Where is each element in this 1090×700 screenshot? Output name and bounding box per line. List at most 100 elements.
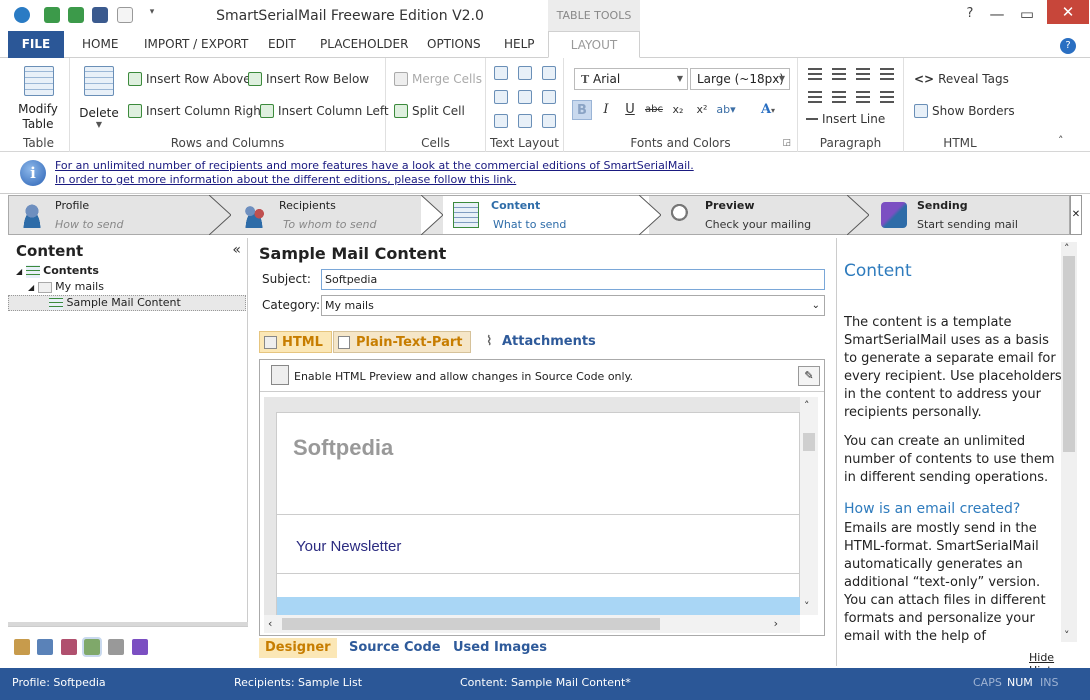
help-question-icon[interactable]: ?	[958, 4, 982, 24]
content-nav-icon[interactable]	[82, 637, 102, 657]
sending-nav-icon[interactable]	[132, 639, 148, 655]
insert-line-button[interactable]: Insert Line	[806, 112, 885, 126]
expand-arrow-icon[interactable]: ◢	[28, 283, 34, 292]
editions-link-2[interactable]: In order to get more information about t…	[55, 173, 516, 186]
align-middle-right-icon[interactable]	[542, 90, 556, 104]
align-bottom-right-icon[interactable]	[542, 114, 556, 128]
tab-home[interactable]: HOME	[72, 31, 128, 58]
scroll-left-icon[interactable]: ‹	[268, 617, 272, 630]
increase-indent-icon[interactable]	[880, 68, 894, 80]
scroll-down-icon[interactable]: ˅	[1064, 629, 1070, 642]
font-size-select[interactable]: Large (~18px) ▼	[690, 68, 790, 90]
tab-attachments[interactable]: ⌇ Attachments	[480, 331, 604, 353]
category-value: My mails	[325, 299, 374, 312]
scroll-thumb[interactable]	[803, 433, 815, 451]
delete-button[interactable]: Delete ▼	[78, 62, 120, 132]
insert-row-below-button[interactable]: Insert Row Below	[248, 72, 369, 86]
font-family-select[interactable]: T Arial ▼	[574, 68, 688, 90]
recipients-nav-icon[interactable]	[61, 639, 77, 655]
tab-used-images[interactable]: Used Images	[447, 638, 553, 658]
close-steps-icon[interactable]: ✕	[1070, 195, 1082, 235]
tab-plain-text[interactable]: Plain-Text-Part	[333, 331, 472, 353]
bullet-list-icon[interactable]	[808, 68, 822, 80]
collapse-panel-icon[interactable]: «	[232, 242, 241, 258]
align-top-right-icon[interactable]	[542, 66, 556, 80]
scroll-right-icon[interactable]: ›	[774, 617, 778, 630]
justify-icon[interactable]	[880, 91, 894, 103]
step-recipients[interactable]: Recipients To whom to send	[231, 195, 443, 235]
subject-input[interactable]: Softpedia	[321, 269, 825, 290]
strikethrough-button[interactable]: abc	[644, 100, 664, 120]
tree-item-selected[interactable]: Sample Mail Content	[8, 295, 246, 311]
align-center-icon[interactable]	[832, 91, 846, 103]
insert-column-left-button[interactable]: Insert Column Left	[260, 104, 389, 118]
maximize-button[interactable]: ▭	[1015, 4, 1039, 24]
tab-import-export[interactable]: IMPORT / EXPORT	[134, 31, 258, 58]
category-select[interactable]: My mails ⌄	[321, 295, 825, 316]
step-sending[interactable]: Sending Start sending mail	[871, 196, 1069, 234]
selected-table-row[interactable]	[277, 597, 800, 615]
tab-layout[interactable]: LAYOUT	[548, 31, 640, 58]
tab-edit[interactable]: EDIT	[258, 31, 306, 58]
split-cell-button[interactable]: Split Cell	[394, 104, 465, 118]
scroll-down-icon[interactable]: ˅	[804, 600, 810, 613]
horizontal-scrollbar[interactable]: ‹ ›	[264, 615, 800, 633]
tree-folder[interactable]: ◢ My mails	[28, 280, 104, 293]
tab-file[interactable]: FILE	[8, 31, 64, 58]
align-bottom-left-icon[interactable]	[494, 114, 508, 128]
insert-column-right-icon	[128, 104, 142, 118]
align-right-icon[interactable]	[856, 91, 870, 103]
align-top-center-icon[interactable]	[518, 66, 532, 80]
home-icon[interactable]	[14, 639, 30, 655]
bold-button[interactable]: B	[572, 100, 592, 120]
align-bottom-center-icon[interactable]	[518, 114, 532, 128]
tab-html[interactable]: HTML	[259, 331, 332, 353]
editions-link-1[interactable]: For an unlimited number of recipients an…	[55, 159, 694, 172]
collapse-ribbon-icon[interactable]: ˄	[1058, 134, 1064, 147]
hints-scrollbar[interactable]: ˄ ˅	[1061, 242, 1077, 642]
profile-nav-icon[interactable]	[37, 639, 53, 655]
numbered-list-icon[interactable]	[832, 68, 846, 80]
tab-designer[interactable]: Designer	[259, 638, 337, 658]
scroll-thumb[interactable]	[1063, 256, 1075, 452]
insert-column-right-button[interactable]: Insert Column Right	[128, 104, 266, 118]
tree-root[interactable]: ◢ Contents	[16, 264, 99, 278]
show-borders-button[interactable]: Show Borders	[914, 104, 1015, 118]
superscript-button[interactable]: x²	[692, 100, 712, 120]
tab-source-code[interactable]: Source Code	[343, 638, 447, 658]
minimize-button[interactable]: —	[985, 4, 1009, 24]
vertical-scrollbar[interactable]: ˄ ˅	[800, 397, 818, 615]
tab-help[interactable]: HELP	[494, 31, 545, 58]
underline-button[interactable]: U	[620, 100, 640, 120]
tab-placeholder[interactable]: PLACEHOLDER	[310, 31, 418, 58]
italic-button[interactable]: I	[596, 100, 616, 120]
expand-arrow-icon[interactable]: ◢	[16, 267, 22, 276]
scroll-up-icon[interactable]: ˄	[1064, 242, 1070, 255]
highlight-color-button[interactable]: ab▾	[716, 100, 736, 120]
edit-source-icon[interactable]: ✎	[798, 366, 820, 386]
insert-row-above-button[interactable]: Insert Row Above	[128, 72, 251, 86]
modify-table-button[interactable]: Modify Table	[10, 62, 66, 132]
align-middle-left-icon[interactable]	[494, 90, 508, 104]
help-circle-icon[interactable]: ?	[1058, 31, 1078, 58]
align-top-left-icon[interactable]	[494, 66, 508, 80]
font-color-button[interactable]: A▾	[758, 100, 778, 120]
step-preview[interactable]: Preview Check your mailing	[659, 195, 869, 235]
email-heading[interactable]: Softpedia	[293, 435, 393, 461]
scroll-up-icon[interactable]: ˄	[804, 399, 810, 412]
scroll-thumb[interactable]	[282, 618, 660, 630]
align-left-icon[interactable]	[808, 91, 822, 103]
subscript-button[interactable]: x₂	[668, 100, 688, 120]
preview-nav-icon[interactable]	[108, 639, 124, 655]
email-subheading[interactable]: Your Newsletter	[296, 538, 401, 555]
merge-cells-button[interactable]: Merge Cells	[394, 72, 482, 86]
html-preview[interactable]: Softpedia Your Newsletter	[264, 397, 800, 615]
tab-options[interactable]: OPTIONS	[417, 31, 491, 58]
step-profile[interactable]: Profile How to send	[9, 195, 231, 235]
close-button[interactable]: ✕	[1047, 0, 1089, 24]
contents-folder-icon	[25, 264, 40, 278]
align-middle-center-icon[interactable]	[518, 90, 532, 104]
decrease-indent-icon[interactable]	[856, 68, 870, 80]
step-content[interactable]: Content What to send	[443, 195, 661, 235]
reveal-tags-button[interactable]: <> Reveal Tags	[914, 72, 1009, 86]
